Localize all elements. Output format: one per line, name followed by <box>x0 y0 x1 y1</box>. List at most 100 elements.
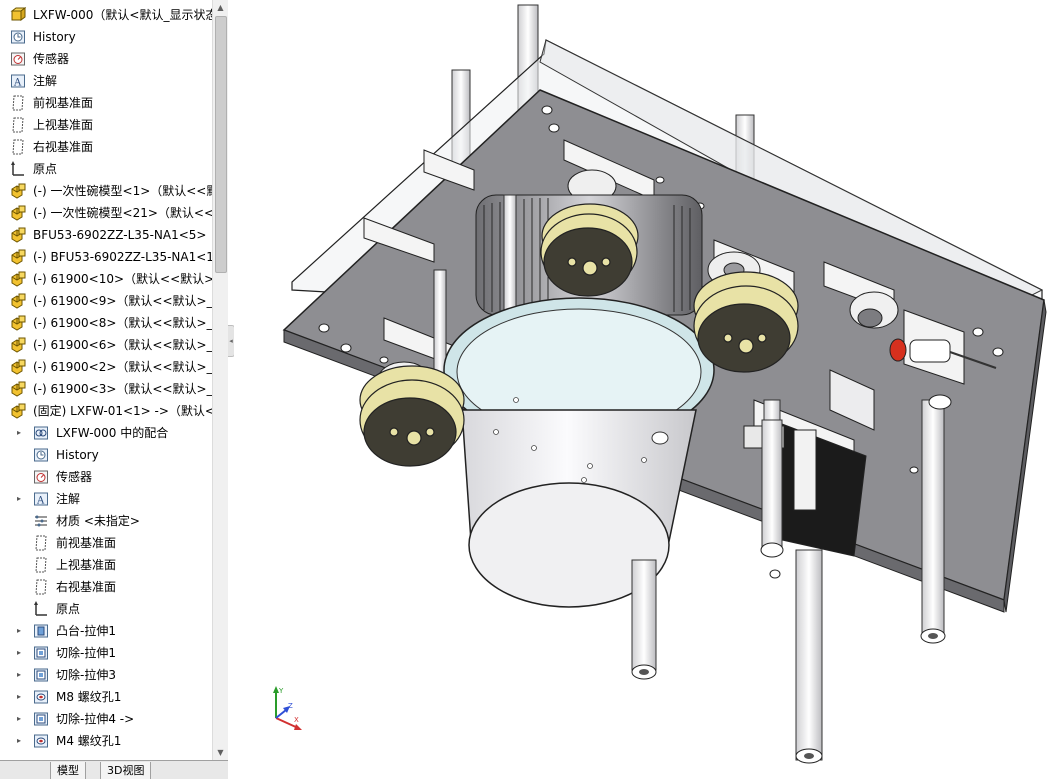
cut-extrude-icon <box>33 645 49 661</box>
mates-icon <box>33 425 49 441</box>
tab-model[interactable]: 模型 <box>50 762 86 779</box>
tree-item-label: M4 螺纹孔1 <box>56 734 122 748</box>
hole-icon <box>33 733 49 749</box>
origin-icon <box>33 601 49 617</box>
tree-item-label: 凸台-拉伸1 <box>56 624 116 638</box>
expand-arrow-icon[interactable]: ▸ <box>14 730 24 752</box>
tree-item[interactable]: (-) 一次性碗模型<21>（默认<<默 <box>0 202 212 224</box>
tab-3d-views[interactable]: 3D视图 <box>100 762 152 779</box>
tree-item[interactable]: 前视基准面 <box>0 532 212 554</box>
feature-tree: LXFW-000（默认<默认_显示状态-1>）History传感器A注解前视基准… <box>0 4 212 752</box>
scroll-down-arrow-icon[interactable]: ▼ <box>213 745 228 760</box>
tree-item[interactable]: ▸ 凸台-拉伸1 <box>0 620 212 642</box>
tree-item[interactable]: (-) 61900<8>（默认<<默认>_显 <box>0 312 212 334</box>
annotation-icon: A <box>33 491 49 507</box>
tree-item-label: (-) 61900<3>（默认<<默认>_显 <box>33 382 212 396</box>
tree-item[interactable]: (-) 61900<3>（默认<<默认>_显 <box>0 378 212 400</box>
feature-tree-panel: LXFW-000（默认<默认_显示状态-1>）History传感器A注解前视基准… <box>0 0 229 779</box>
panel-tab-strip: 模型 3D视图 <box>0 760 228 779</box>
tree-item[interactable]: A 注解 <box>0 70 212 92</box>
tree-item[interactable]: ▸ M8 螺纹孔1 <box>0 686 212 708</box>
expand-arrow-icon[interactable]: ▸ <box>14 686 24 708</box>
tree-item-label: 切除-拉伸1 <box>56 646 116 660</box>
tree-item[interactable]: 前视基准面 <box>0 92 212 114</box>
origin-icon <box>10 161 26 177</box>
tree-item[interactable]: (固定) LXFW-01<1> ->（默认<< <box>0 400 212 422</box>
plane-icon <box>33 579 49 595</box>
tree-item[interactable]: ▸ 切除-拉伸3 <box>0 664 212 686</box>
scroll-thumb[interactable] <box>215 16 227 273</box>
tree-item[interactable]: 右视基准面 <box>0 576 212 598</box>
tree-item[interactable]: ▸ A 注解 <box>0 488 212 510</box>
tree-item[interactable]: LXFW-000（默认<默认_显示状态-1>） <box>0 4 212 26</box>
tree-scrollbar[interactable]: ▲ ▼ <box>212 0 228 760</box>
tree-item[interactable]: (-) 一次性碗模型<1>（默认<<默认 <box>0 180 212 202</box>
tree-item[interactable]: (-) 61900<2>（默认<<默认>_显 <box>0 356 212 378</box>
tree-item[interactable]: ▸ LXFW-000 中的配合 <box>0 422 212 444</box>
tree-item[interactable]: 原点 <box>0 598 212 620</box>
svg-text:A: A <box>36 496 45 507</box>
tree-item[interactable]: 传感器 <box>0 48 212 70</box>
component-icon <box>10 271 26 287</box>
component-icon <box>10 183 26 199</box>
tree-item[interactable]: 材质 <未指定> <box>0 510 212 532</box>
component-icon <box>10 359 26 375</box>
component-icon <box>10 337 26 353</box>
component-icon <box>10 403 26 419</box>
tree-item[interactable]: ▸ M4 螺纹孔1 <box>0 730 212 752</box>
plane-icon <box>10 117 26 133</box>
tree-item[interactable]: 传感器 <box>0 466 212 488</box>
history-icon <box>10 29 26 45</box>
tree-item-label: 原点 <box>33 162 58 176</box>
tree-item-label: 传感器 <box>56 470 93 484</box>
tree-item[interactable]: History <box>0 444 212 466</box>
tree-item-label: 切除-拉伸4 -> <box>56 712 135 726</box>
plane-icon <box>33 535 49 551</box>
plane-icon <box>10 139 26 155</box>
expand-arrow-icon[interactable]: ▸ <box>14 620 24 642</box>
tree-item[interactable]: ▸ 切除-拉伸1 <box>0 642 212 664</box>
boss-extrude-icon <box>33 623 49 639</box>
tree-item-label: 注解 <box>56 492 81 506</box>
expand-arrow-icon[interactable]: ▸ <box>14 422 24 444</box>
tree-item[interactable]: 原点 <box>0 158 212 180</box>
annotation-icon: A <box>10 73 26 89</box>
plane-icon <box>33 557 49 573</box>
tree-item-label: (-) 61900<6>（默认<<默认>_显 <box>33 338 212 352</box>
tree-item-label: 前视基准面 <box>33 96 94 110</box>
expand-arrow-icon[interactable]: ▸ <box>14 642 24 664</box>
component-icon <box>10 315 26 331</box>
cut-extrude-icon <box>33 667 49 683</box>
tree-item-label: LXFW-000（默认<默认_显示状态-1>） <box>33 8 212 22</box>
tree-item-label: 前视基准面 <box>56 536 117 550</box>
history-icon <box>33 447 49 463</box>
tree-item[interactable]: (-) 61900<10>（默认<<默认>_显 <box>0 268 212 290</box>
triad-z-label: Z <box>288 702 293 710</box>
bowl-mold-cylinder <box>443 297 715 608</box>
hole-icon <box>33 689 49 705</box>
graphics-viewport[interactable]: Y X Z <box>234 0 1055 779</box>
tree-item-label: 右视基准面 <box>56 580 117 594</box>
tree-item-label: (-) BFU53-6902ZZ-L35-NA1<1> <box>33 250 212 264</box>
tree-item[interactable]: 上视基准面 <box>0 554 212 576</box>
scroll-up-arrow-icon[interactable]: ▲ <box>213 0 228 15</box>
expand-arrow-icon[interactable]: ▸ <box>14 708 24 730</box>
tree-item-label: 右视基准面 <box>33 140 94 154</box>
tree-item[interactable]: (-) 61900<9>（默认<<默认>_显 <box>0 290 212 312</box>
tree-item[interactable]: (-) BFU53-6902ZZ-L35-NA1<1> <box>0 246 212 268</box>
tree-item[interactable]: 上视基准面 <box>0 114 212 136</box>
expand-arrow-icon[interactable]: ▸ <box>14 664 24 686</box>
tree-item[interactable]: BFU53-6902ZZ-L35-NA1<5>（默 <box>0 224 212 246</box>
tree-item-label: (-) 61900<10>（默认<<默认>_显 <box>33 272 212 286</box>
tree-item-label: (-) 一次性碗模型<21>（默认<<默 <box>33 206 212 220</box>
triad-x-label: X <box>294 716 299 724</box>
expand-arrow-icon[interactable]: ▸ <box>14 488 24 510</box>
assembly-model-render[interactable] <box>234 0 1055 779</box>
tree-item-label: 原点 <box>56 602 81 616</box>
tree-item[interactable]: 右视基准面 <box>0 136 212 158</box>
tree-item-label: 传感器 <box>33 52 70 66</box>
tree-item[interactable]: (-) 61900<6>（默认<<默认>_显 <box>0 334 212 356</box>
tree-item[interactable]: History <box>0 26 212 48</box>
tree-item[interactable]: ▸ 切除-拉伸4 -> <box>0 708 212 730</box>
part-icon <box>10 7 26 23</box>
